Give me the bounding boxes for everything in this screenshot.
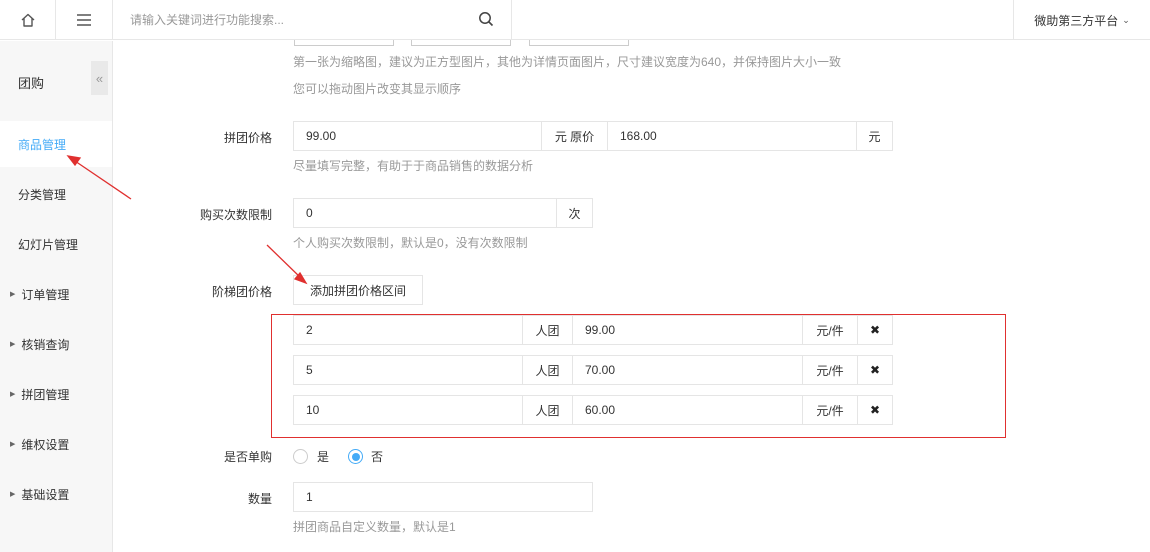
- caret-right-icon: ▶: [10, 341, 16, 348]
- top-bar: 微助第三方平台 ⌄: [0, 0, 1150, 40]
- caret-right-icon: ▶: [10, 491, 16, 498]
- collapse-sidebar-button[interactable]: «: [91, 61, 108, 95]
- tier-people-unit: 人团: [522, 315, 573, 345]
- radio-label-yes: 是: [317, 450, 330, 464]
- caret-right-icon: ▶: [10, 291, 16, 298]
- sidebar-title: 团购: [18, 76, 45, 91]
- sidebar-item-verification-query[interactable]: ▶ 核销查询: [0, 321, 112, 367]
- delete-tier-button[interactable]: ✖: [857, 395, 893, 425]
- double-chevron-left-icon: «: [95, 70, 104, 86]
- tier-price-unit: 元/件: [802, 395, 858, 425]
- sidebar-item-label: 基础设置: [21, 487, 70, 502]
- tier-price-unit: 元/件: [802, 315, 858, 345]
- sidebar-item-label: 维权设置: [21, 437, 70, 452]
- delete-tier-button[interactable]: ✖: [857, 355, 893, 385]
- image-thumbnail[interactable]: [294, 40, 394, 46]
- group-price-input[interactable]: 99.00: [293, 121, 542, 151]
- image-order-help-text: 您可以拖动图片改变其显示顺序: [293, 82, 462, 96]
- platform-name: 微助第三方平台: [1034, 13, 1119, 28]
- single-purchase-yes-radio[interactable]: [293, 449, 308, 464]
- chevron-down-icon: ⌄: [1122, 14, 1130, 25]
- radio-label-no: 否: [371, 450, 384, 464]
- tier-people-input[interactable]: 5: [293, 355, 523, 385]
- purchase-limit-unit: 次: [556, 198, 593, 228]
- main-content: 第一张为缩略图，建议为正方型图片，其他为详情页面图片，尺寸建议宽度为640，并保…: [114, 40, 1150, 552]
- sidebar-item-product-management[interactable]: 商品管理: [0, 121, 112, 167]
- sidebar-item-label: 核销查询: [21, 337, 70, 352]
- original-price-unit: 元: [856, 121, 893, 151]
- search-bar: [113, 0, 512, 40]
- home-icon: [21, 13, 34, 27]
- image-thumbnail[interactable]: [411, 40, 511, 46]
- sidebar-item-label: 幻灯片管理: [18, 237, 79, 252]
- purchase-limit-help-text: 个人购买次数限制，默认是0，没有次数限制: [293, 236, 528, 250]
- home-button[interactable]: [0, 0, 56, 40]
- sidebar-item-label: 分类管理: [18, 187, 67, 202]
- search-input[interactable]: [130, 13, 460, 27]
- group-price-label: 拼团价格: [223, 131, 272, 145]
- caret-right-icon: ▶: [10, 391, 16, 398]
- quantity-help-text: 拼团商品自定义数量，默认是1: [293, 520, 456, 534]
- tier-people-input[interactable]: 2: [293, 315, 523, 345]
- sidebar-item-category-management[interactable]: 分类管理: [0, 171, 112, 217]
- sidebar-item-label: 商品管理: [18, 137, 67, 152]
- delete-tier-button[interactable]: ✖: [857, 315, 893, 345]
- sidebar-item-rights-settings[interactable]: ▶ 维权设置: [0, 421, 112, 467]
- quantity-label: 数量: [247, 492, 272, 506]
- purchase-limit-input[interactable]: 0: [293, 198, 557, 228]
- single-purchase-label: 是否单购: [223, 450, 272, 464]
- image-help-text: 第一张为缩略图，建议为正方型图片，其他为详情页面图片，尺寸建议宽度为640，并保…: [293, 55, 842, 69]
- hamburger-icon: [77, 14, 91, 26]
- platform-switcher[interactable]: 微助第三方平台 ⌄: [1013, 0, 1150, 40]
- quantity-input[interactable]: 1: [293, 482, 593, 512]
- group-price-help-text: 尽量填写完整，有助于于商品销售的数据分析: [293, 159, 534, 173]
- close-icon: ✖: [869, 323, 881, 337]
- close-icon: ✖: [869, 363, 881, 377]
- add-tier-button[interactable]: 添加拼团价格区间: [293, 275, 423, 305]
- tier-price-input[interactable]: 70.00: [572, 355, 803, 385]
- sidebar: 团购 « 商品管理 分类管理 幻灯片管理 ▶ 订单管理 ▶ 核销查询 ▶ 拼团管…: [0, 41, 113, 552]
- tier-people-input[interactable]: 10: [293, 395, 523, 425]
- search-icon[interactable]: [478, 11, 494, 27]
- sidebar-item-label: 拼团管理: [21, 387, 70, 402]
- close-icon: ✖: [869, 403, 881, 417]
- sidebar-item-basic-settings[interactable]: ▶ 基础设置: [0, 471, 112, 517]
- tiered-price-label: 阶梯团价格: [211, 285, 272, 299]
- tier-price-input[interactable]: 60.00: [572, 395, 803, 425]
- menu-toggle-button[interactable]: [56, 0, 113, 40]
- caret-right-icon: ▶: [10, 441, 16, 448]
- tier-people-unit: 人团: [522, 395, 573, 425]
- sidebar-item-label: 订单管理: [21, 287, 70, 302]
- single-purchase-no-radio[interactable]: [348, 449, 363, 464]
- sidebar-item-slideshow-management[interactable]: 幻灯片管理: [0, 221, 112, 267]
- sidebar-item-group-management[interactable]: ▶ 拼团管理: [0, 371, 112, 417]
- tier-price-input[interactable]: 99.00: [572, 315, 803, 345]
- sidebar-item-order-management[interactable]: ▶ 订单管理: [0, 271, 112, 317]
- tier-people-unit: 人团: [522, 355, 573, 385]
- group-price-unit-original-label: 元 原价: [541, 121, 608, 151]
- image-thumbnail[interactable]: [529, 40, 629, 46]
- original-price-input[interactable]: 168.00: [607, 121, 857, 151]
- tier-price-unit: 元/件: [802, 355, 858, 385]
- purchase-limit-label: 购买次数限制: [199, 208, 272, 222]
